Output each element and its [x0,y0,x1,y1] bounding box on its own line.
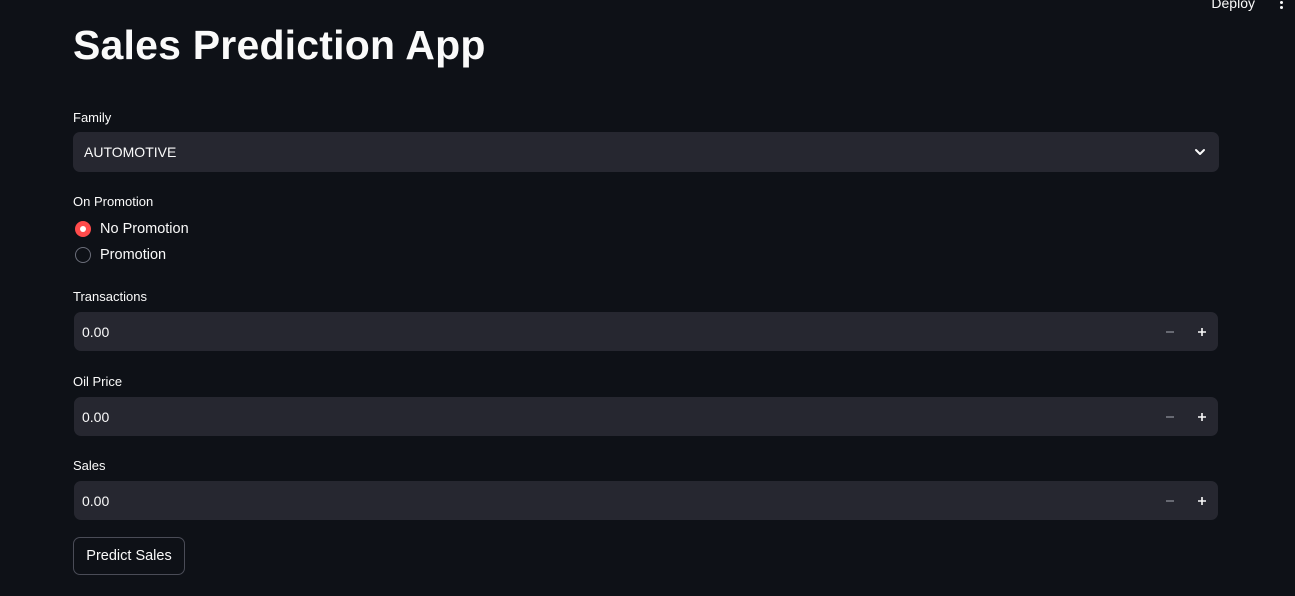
decrement-button[interactable] [1154,312,1186,351]
oil-price-number-input: 0.00 [74,397,1218,436]
minus-icon [1166,415,1174,418]
predict-sales-button[interactable]: Predict Sales [73,537,185,575]
sales-number-input: 0.00 [74,481,1218,520]
transactions-number-input: 0.00 [74,312,1218,351]
family-selected-value: AUTOMOTIVE [84,144,177,160]
transactions-label: Transactions [73,289,147,304]
decrement-button[interactable] [1154,481,1186,520]
minus-icon [1166,499,1174,502]
increment-button[interactable] [1186,312,1218,351]
transactions-input[interactable]: 0.00 [74,324,1154,340]
radio-promotion[interactable]: Promotion [75,247,166,263]
page-title: Sales Prediction App [73,22,486,68]
plus-icon [1198,496,1206,505]
family-select[interactable]: AUTOMOTIVE [73,132,1219,172]
radio-checked-icon [75,221,91,237]
decrement-button[interactable] [1154,397,1186,436]
oil-price-label: Oil Price [73,374,123,389]
oil-price-input[interactable]: 0.00 [74,409,1154,425]
sales-label: Sales [73,458,106,473]
radio-label: Promotion [100,247,167,263]
radio-no-promotion[interactable]: No Promotion [75,221,189,237]
chevron-down-icon [1195,149,1205,155]
promotion-label: On Promotion [73,194,154,209]
radio-unchecked-icon [75,247,91,263]
family-label: Family [73,110,112,125]
app-header: Deploy [0,0,1295,12]
plus-icon [1198,327,1206,336]
main-menu-icon[interactable] [1277,0,1285,10]
minus-icon [1166,330,1174,333]
increment-button[interactable] [1186,481,1218,520]
radio-label: No Promotion [100,221,189,237]
increment-button[interactable] [1186,397,1218,436]
sales-input[interactable]: 0.00 [74,493,1154,509]
deploy-button[interactable]: Deploy [1211,0,1255,11]
plus-icon [1198,412,1206,421]
